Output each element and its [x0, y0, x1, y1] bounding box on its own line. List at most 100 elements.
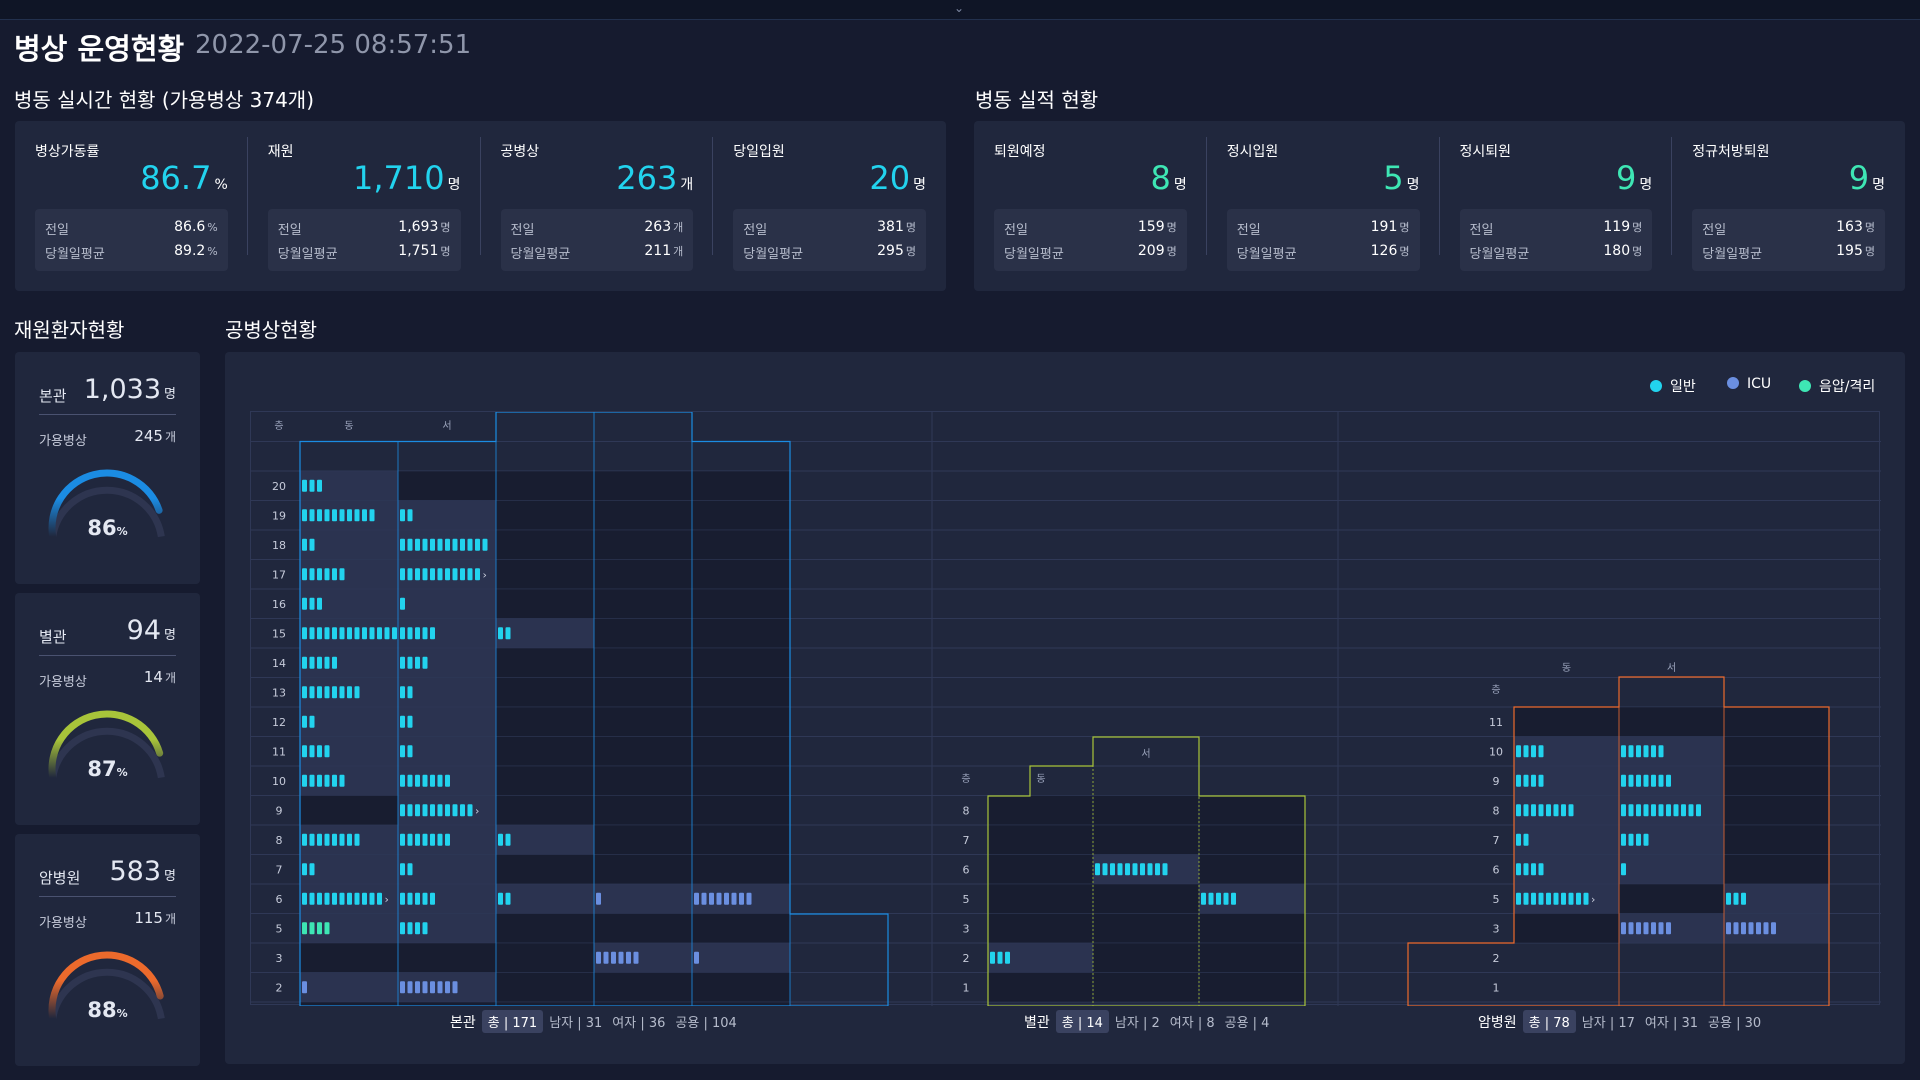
kpi-value: 8명	[1150, 159, 1187, 197]
bed-mark	[460, 804, 465, 817]
chevron-down-icon[interactable]: ⌄	[954, 1, 964, 15]
ward-cell	[495, 854, 595, 885]
legend-label: 음압/격리	[1819, 379, 1876, 395]
available-label: 가용병상	[39, 916, 87, 931]
ward-cell	[299, 765, 399, 796]
bed-mark	[400, 715, 405, 728]
bed-mark	[407, 627, 413, 640]
kpi-sub-row: 당월일평균 209 명	[1004, 243, 1177, 263]
west-header: 서	[442, 420, 451, 432]
kpi-sub-unit: 명	[1864, 221, 1875, 234]
bed-mark	[309, 745, 315, 758]
ward-cell	[1198, 883, 1306, 914]
kpi-sub-unit: 명	[905, 245, 916, 258]
kpi-sub-value: 159 명	[1137, 219, 1177, 235]
bed-mark	[460, 538, 465, 551]
kpi-label: 당일입원	[733, 144, 785, 160]
bed-mark	[400, 597, 405, 610]
ward-cell	[495, 647, 595, 678]
ward-cell	[1513, 706, 1620, 737]
kpi-sub-value: 119 명	[1603, 219, 1643, 235]
ward-cell	[691, 500, 791, 531]
bed-mark	[1005, 951, 1010, 964]
legend-item-general: 일반	[1650, 376, 1696, 396]
bed-mark	[990, 951, 995, 964]
kpi-sub-label: 당월일평균	[277, 247, 338, 262]
bed-mark	[1771, 922, 1776, 935]
bed-mark	[445, 568, 450, 581]
isolation-dot-icon	[1799, 380, 1811, 392]
bed-mark	[309, 715, 315, 728]
bed-mark	[694, 951, 699, 964]
summary-annex: 별관 총 | 14 남자 | 2 여자 | 8 공용 | 4	[1024, 1010, 1279, 1033]
bed-mark	[302, 922, 307, 935]
ward-cell	[495, 677, 595, 708]
bed-mark	[384, 627, 390, 640]
bed-mark	[1621, 774, 1626, 787]
stat-item: 남자 | 17	[1581, 1016, 1635, 1031]
bed-mark	[430, 568, 435, 581]
more-arrow-icon: ›	[385, 893, 389, 906]
ward-cell	[1092, 795, 1200, 826]
ward-cell	[299, 588, 399, 619]
ward-cell	[593, 883, 693, 914]
bed-mark	[369, 509, 375, 522]
gauge-value: 87%	[87, 757, 128, 781]
bed-mark	[377, 892, 382, 905]
ward-cell	[1723, 854, 1830, 885]
bed-mark	[317, 627, 322, 640]
bed-mark	[324, 892, 330, 905]
kpi-sub-value: 263 개	[644, 219, 684, 235]
bed-mark	[1531, 804, 1536, 817]
bed-mark	[1636, 804, 1641, 817]
count-unit: 명	[164, 387, 176, 402]
kpi-sub-row: 당월일평균 295 명	[743, 243, 916, 263]
ward-cell	[495, 824, 595, 855]
kpi-sub-row: 전일 191 명	[1237, 219, 1410, 239]
bed-mark	[467, 568, 473, 581]
ward-cell	[593, 736, 693, 767]
bed-mark	[437, 538, 443, 551]
patient-count: 583 명	[109, 856, 176, 887]
bed-mark	[339, 627, 345, 640]
stat-item: 남자 | 31	[549, 1016, 603, 1031]
ward-cell	[495, 972, 595, 1003]
ward-cell	[299, 942, 399, 973]
ward-cell	[691, 972, 791, 1003]
ward-cell	[1198, 972, 1306, 1003]
bed-mark	[1688, 804, 1694, 817]
kpi-sub-value: 381 명	[877, 219, 916, 235]
kpi-sub-row: 전일 263 개	[511, 219, 684, 239]
ward-cell	[593, 500, 693, 531]
inpatient-section-title: 재원환자현황	[14, 318, 125, 342]
bed-mark	[1208, 892, 1214, 905]
bed-mark	[1583, 892, 1589, 905]
bed-mark	[1102, 863, 1108, 876]
bed-mark	[498, 627, 503, 640]
bed-mark	[309, 892, 315, 905]
ward-cell	[299, 647, 399, 678]
stat-item: 여자 | 36	[612, 1016, 666, 1031]
bed-mark	[362, 509, 367, 522]
ward-cell	[397, 500, 497, 531]
legend-item-isolation: 음압/격리	[1799, 376, 1875, 396]
ward-cell	[691, 618, 791, 649]
kpi-unit: 명	[1406, 177, 1420, 193]
bed-mark	[407, 656, 413, 669]
kpi-sub-unit: 명	[1399, 221, 1410, 234]
bed-mark	[445, 804, 450, 817]
building-name: 별관	[39, 628, 67, 646]
bed-mark	[400, 804, 405, 817]
ward-cell	[299, 736, 399, 767]
inpatient-card: 본관 1,033 명 가용병상 245 개 86%	[15, 352, 200, 584]
kpi-sub-box: 전일 159 명 당월일평균 209 명	[994, 209, 1187, 271]
ward-cell	[397, 854, 497, 885]
kpi-card: 퇴원예정 8 명 전일 159 명 당월일평균 209 명	[974, 121, 1207, 271]
bed-mark	[302, 981, 307, 994]
kpi-unit: 명	[1872, 177, 1885, 193]
floor-label: 5	[1493, 893, 1500, 906]
bed-mark	[324, 568, 330, 581]
bed-mark	[1651, 804, 1656, 817]
kpi-sub-value: 209 명	[1137, 243, 1177, 259]
bed-mark	[302, 774, 307, 787]
